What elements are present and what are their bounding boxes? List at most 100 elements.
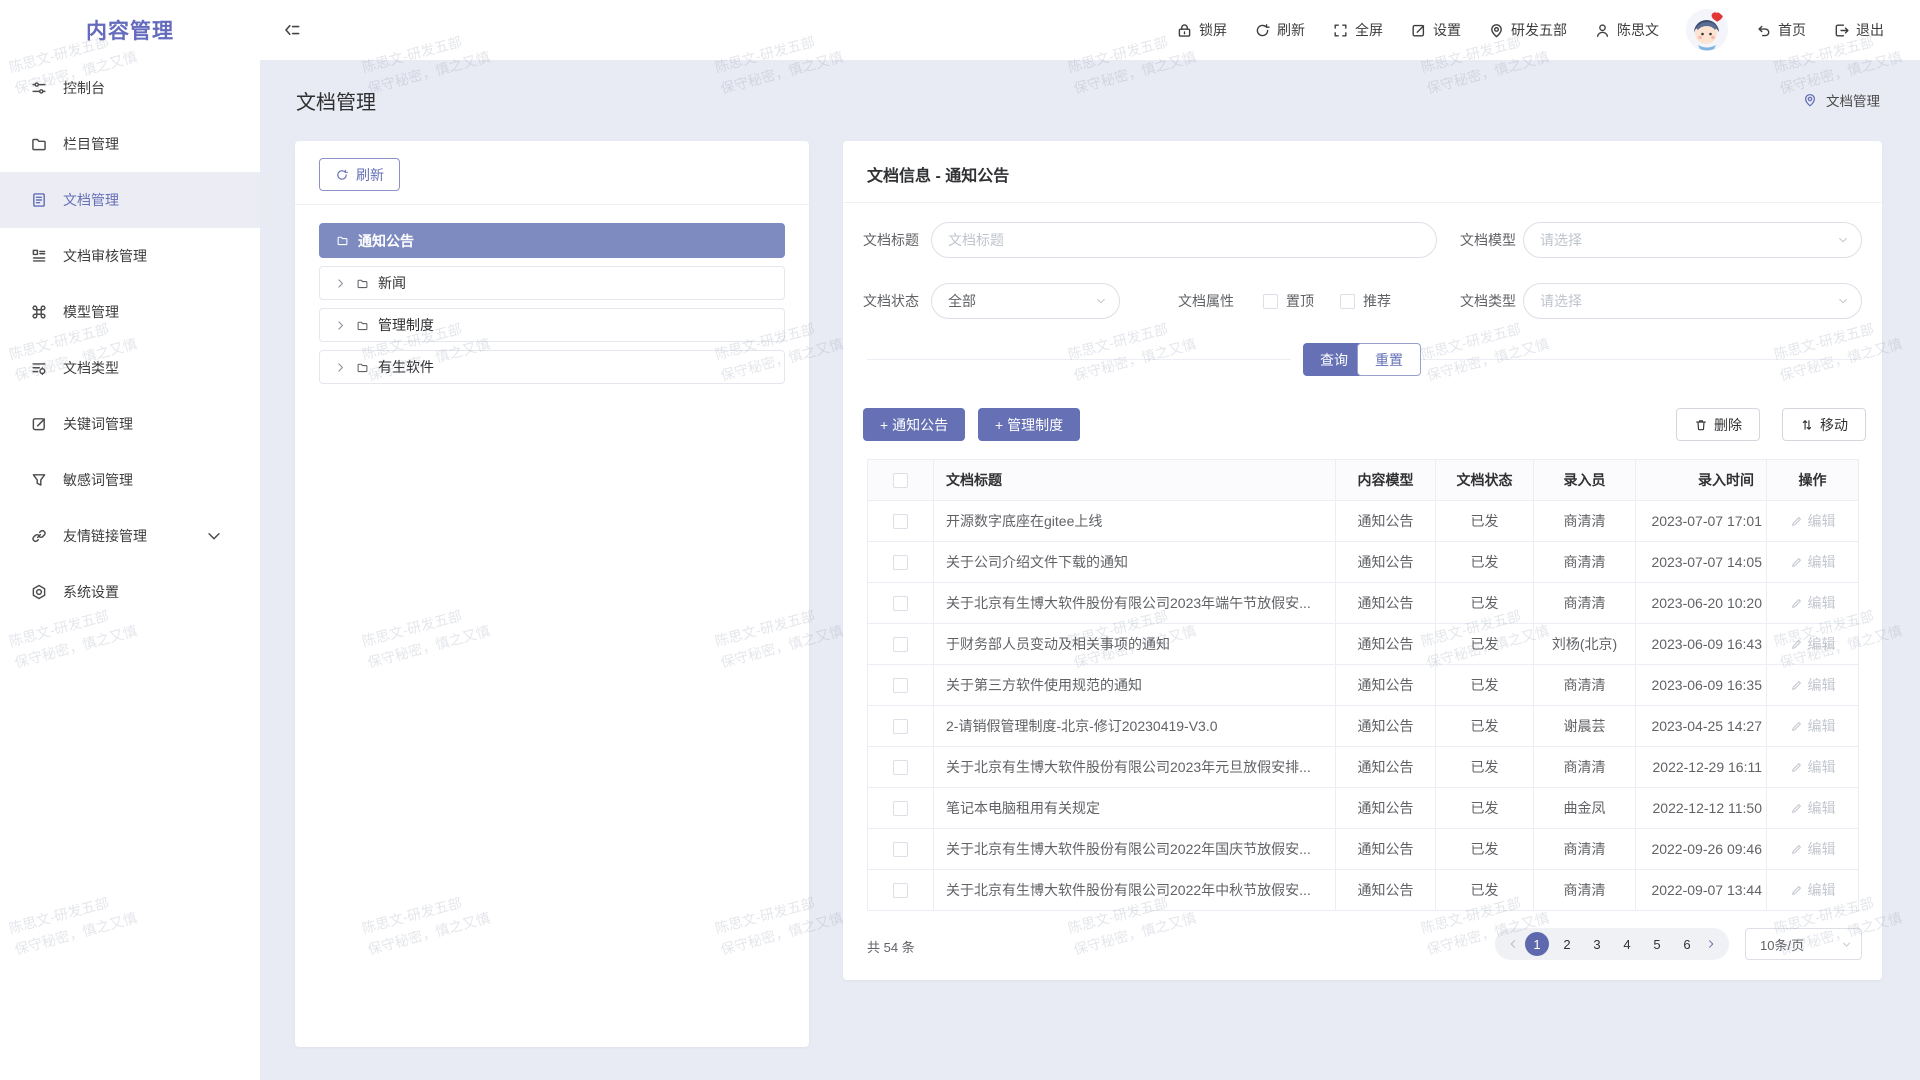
row-checkbox[interactable] bbox=[893, 555, 908, 570]
edit-button[interactable]: 编辑 bbox=[1790, 593, 1836, 613]
sidebar-item-文档类型[interactable]: 文档类型 bbox=[0, 340, 260, 396]
user-avatar[interactable] bbox=[1686, 9, 1728, 51]
table-row: 于财务部人员变动及相关事项的通知 通知公告 已发 刘杨(北京) 2023-06-… bbox=[868, 624, 1859, 665]
documents-table: 文档标题内容模型文档状态录入员录入时间操作 开源数字底座在gitee上线 通知公… bbox=[867, 459, 1859, 911]
page-number-2[interactable]: 2 bbox=[1555, 932, 1579, 956]
edit-button[interactable]: 编辑 bbox=[1790, 880, 1836, 900]
page-number-1[interactable]: 1 bbox=[1525, 932, 1549, 956]
sidebar-item-友情链接管理[interactable]: 友情链接管理 bbox=[0, 508, 260, 564]
reset-button[interactable]: 重置 bbox=[1357, 343, 1421, 376]
column-header-录入时间: 录入时间 bbox=[1636, 460, 1767, 501]
page-number-4[interactable]: 4 bbox=[1615, 932, 1639, 956]
row-checkbox[interactable] bbox=[893, 801, 908, 816]
table-row: 关于第三方软件使用规范的通知 通知公告 已发 商清清 2023-06-09 16… bbox=[868, 665, 1859, 706]
doc-title-cell: 关于北京有生博大软件股份有限公司2023年端午节放假安... bbox=[934, 583, 1336, 624]
header-action-lock-screen[interactable]: 锁屏 bbox=[1176, 20, 1227, 40]
divider bbox=[867, 359, 1291, 360]
doc-model-select[interactable]: 请选择 bbox=[1523, 222, 1862, 258]
edit-button[interactable]: 编辑 bbox=[1790, 511, 1836, 531]
select-all-checkbox[interactable] bbox=[893, 473, 908, 488]
header-action-settings[interactable]: 设置 bbox=[1410, 20, 1461, 40]
table-row: 2-请销假管理制度-北京-修订20230419-V3.0 通知公告 已发 谢晨芸… bbox=[868, 706, 1859, 747]
document-icon bbox=[30, 191, 48, 209]
page-number-5[interactable]: 5 bbox=[1645, 932, 1669, 956]
folder-icon bbox=[356, 361, 369, 374]
edit-button[interactable]: 编辑 bbox=[1790, 757, 1836, 777]
edit-button[interactable]: 编辑 bbox=[1790, 675, 1836, 695]
edit-button[interactable]: 编辑 bbox=[1790, 798, 1836, 818]
attr-top-checkbox[interactable]: 置顶 bbox=[1263, 283, 1314, 319]
row-checkbox[interactable] bbox=[893, 596, 908, 611]
breadcrumb-label: 文档管理 bbox=[1826, 90, 1880, 110]
edit-button[interactable]: 编辑 bbox=[1790, 716, 1836, 736]
doc-time-cell: 2023-07-07 17:01 bbox=[1636, 501, 1767, 542]
header-action-user[interactable]: 陈思文 bbox=[1594, 20, 1659, 40]
doc-type-select[interactable]: 请选择 bbox=[1523, 283, 1862, 319]
tree-node-新闻[interactable]: 新闻 bbox=[319, 266, 785, 300]
next-page-icon[interactable] bbox=[1705, 938, 1717, 950]
page-size-select[interactable]: 10条/页 bbox=[1745, 928, 1862, 960]
pencil-icon bbox=[1790, 597, 1803, 610]
search-button[interactable]: 查询 bbox=[1303, 343, 1365, 376]
tree-refresh-button[interactable]: 刷新 bbox=[319, 158, 400, 191]
sidebar-item-栏目管理[interactable]: 栏目管理 bbox=[0, 116, 260, 172]
sidebar-item-控制台[interactable]: 控制台 bbox=[0, 60, 260, 116]
page-number-3[interactable]: 3 bbox=[1585, 932, 1609, 956]
row-checkbox[interactable] bbox=[893, 883, 908, 898]
header-action-logout[interactable]: 退出 bbox=[1833, 20, 1884, 40]
chevron-right-icon bbox=[334, 361, 347, 374]
total-count: 共 54 条 bbox=[867, 937, 915, 956]
row-checkbox[interactable] bbox=[893, 842, 908, 857]
main-content: 文档管理 文档管理 刷新 通知公告 新闻 管理制度 有生软件 文档信息 - 通知… bbox=[260, 60, 1920, 1080]
checkbox bbox=[1340, 294, 1355, 309]
doc-time-cell: 2023-06-09 16:35 bbox=[1636, 665, 1767, 706]
page-number-6[interactable]: 6 bbox=[1675, 932, 1699, 956]
doc-status-cell: 已发 bbox=[1436, 829, 1534, 870]
menu-fold-icon[interactable] bbox=[282, 20, 302, 40]
row-checkbox[interactable] bbox=[893, 514, 908, 529]
row-checkbox[interactable] bbox=[893, 637, 908, 652]
attr-recommend-checkbox[interactable]: 推荐 bbox=[1340, 283, 1391, 319]
add-policy-button[interactable]: + 管理制度 bbox=[978, 408, 1080, 441]
tree-node-通知公告[interactable]: 通知公告 bbox=[319, 223, 785, 258]
edit-button[interactable]: 编辑 bbox=[1790, 839, 1836, 859]
header-action-home[interactable]: 首页 bbox=[1755, 20, 1806, 40]
trash-icon bbox=[1694, 418, 1708, 432]
doc-status-cell: 已发 bbox=[1436, 665, 1534, 706]
sidebar-item-文档管理[interactable]: 文档管理 bbox=[0, 172, 260, 228]
doc-model-cell: 通知公告 bbox=[1336, 583, 1436, 624]
doc-status-select[interactable]: 全部 bbox=[931, 283, 1120, 319]
sidebar-item-敏感词管理[interactable]: 敏感词管理 bbox=[0, 452, 260, 508]
chevron-right-icon bbox=[334, 277, 347, 290]
move-button[interactable]: 移动 bbox=[1782, 408, 1866, 441]
column-header-操作: 操作 bbox=[1767, 460, 1859, 501]
pencil-icon bbox=[1790, 515, 1803, 528]
tree-node-有生软件[interactable]: 有生软件 bbox=[319, 350, 785, 384]
edit-button[interactable]: 编辑 bbox=[1790, 552, 1836, 572]
header-action-fullscreen[interactable]: 全屏 bbox=[1332, 20, 1383, 40]
add-notice-button[interactable]: + 通知公告 bbox=[863, 408, 965, 441]
delete-button[interactable]: 删除 bbox=[1676, 408, 1760, 441]
audit-icon bbox=[30, 247, 48, 265]
row-checkbox[interactable] bbox=[893, 678, 908, 693]
doc-model-label: 文档模型 bbox=[1460, 222, 1516, 258]
row-checkbox[interactable] bbox=[893, 719, 908, 734]
doc-time-cell: 2023-07-07 14:05 bbox=[1636, 542, 1767, 583]
sidebar-item-关键词管理[interactable]: 关键词管理 bbox=[0, 396, 260, 452]
header-action-refresh[interactable]: 刷新 bbox=[1254, 20, 1305, 40]
pencil-icon bbox=[1790, 720, 1803, 733]
doc-model-cell: 通知公告 bbox=[1336, 542, 1436, 583]
doc-title-input[interactable] bbox=[931, 222, 1437, 258]
row-checkbox[interactable] bbox=[893, 760, 908, 775]
doc-status-cell: 已发 bbox=[1436, 706, 1534, 747]
header-action-department[interactable]: 研发五部 bbox=[1488, 20, 1567, 40]
sidebar-item-模型管理[interactable]: 模型管理 bbox=[0, 284, 260, 340]
edit-button[interactable]: 编辑 bbox=[1790, 634, 1836, 654]
sidebar-item-文档审核管理[interactable]: 文档审核管理 bbox=[0, 228, 260, 284]
prev-page-icon[interactable] bbox=[1507, 938, 1519, 950]
doc-status-cell: 已发 bbox=[1436, 542, 1534, 583]
tree-node-管理制度[interactable]: 管理制度 bbox=[319, 308, 785, 342]
chevron-down-icon bbox=[205, 527, 223, 545]
folder-icon bbox=[30, 135, 48, 153]
sidebar-item-系统设置[interactable]: 系统设置 bbox=[0, 564, 260, 620]
